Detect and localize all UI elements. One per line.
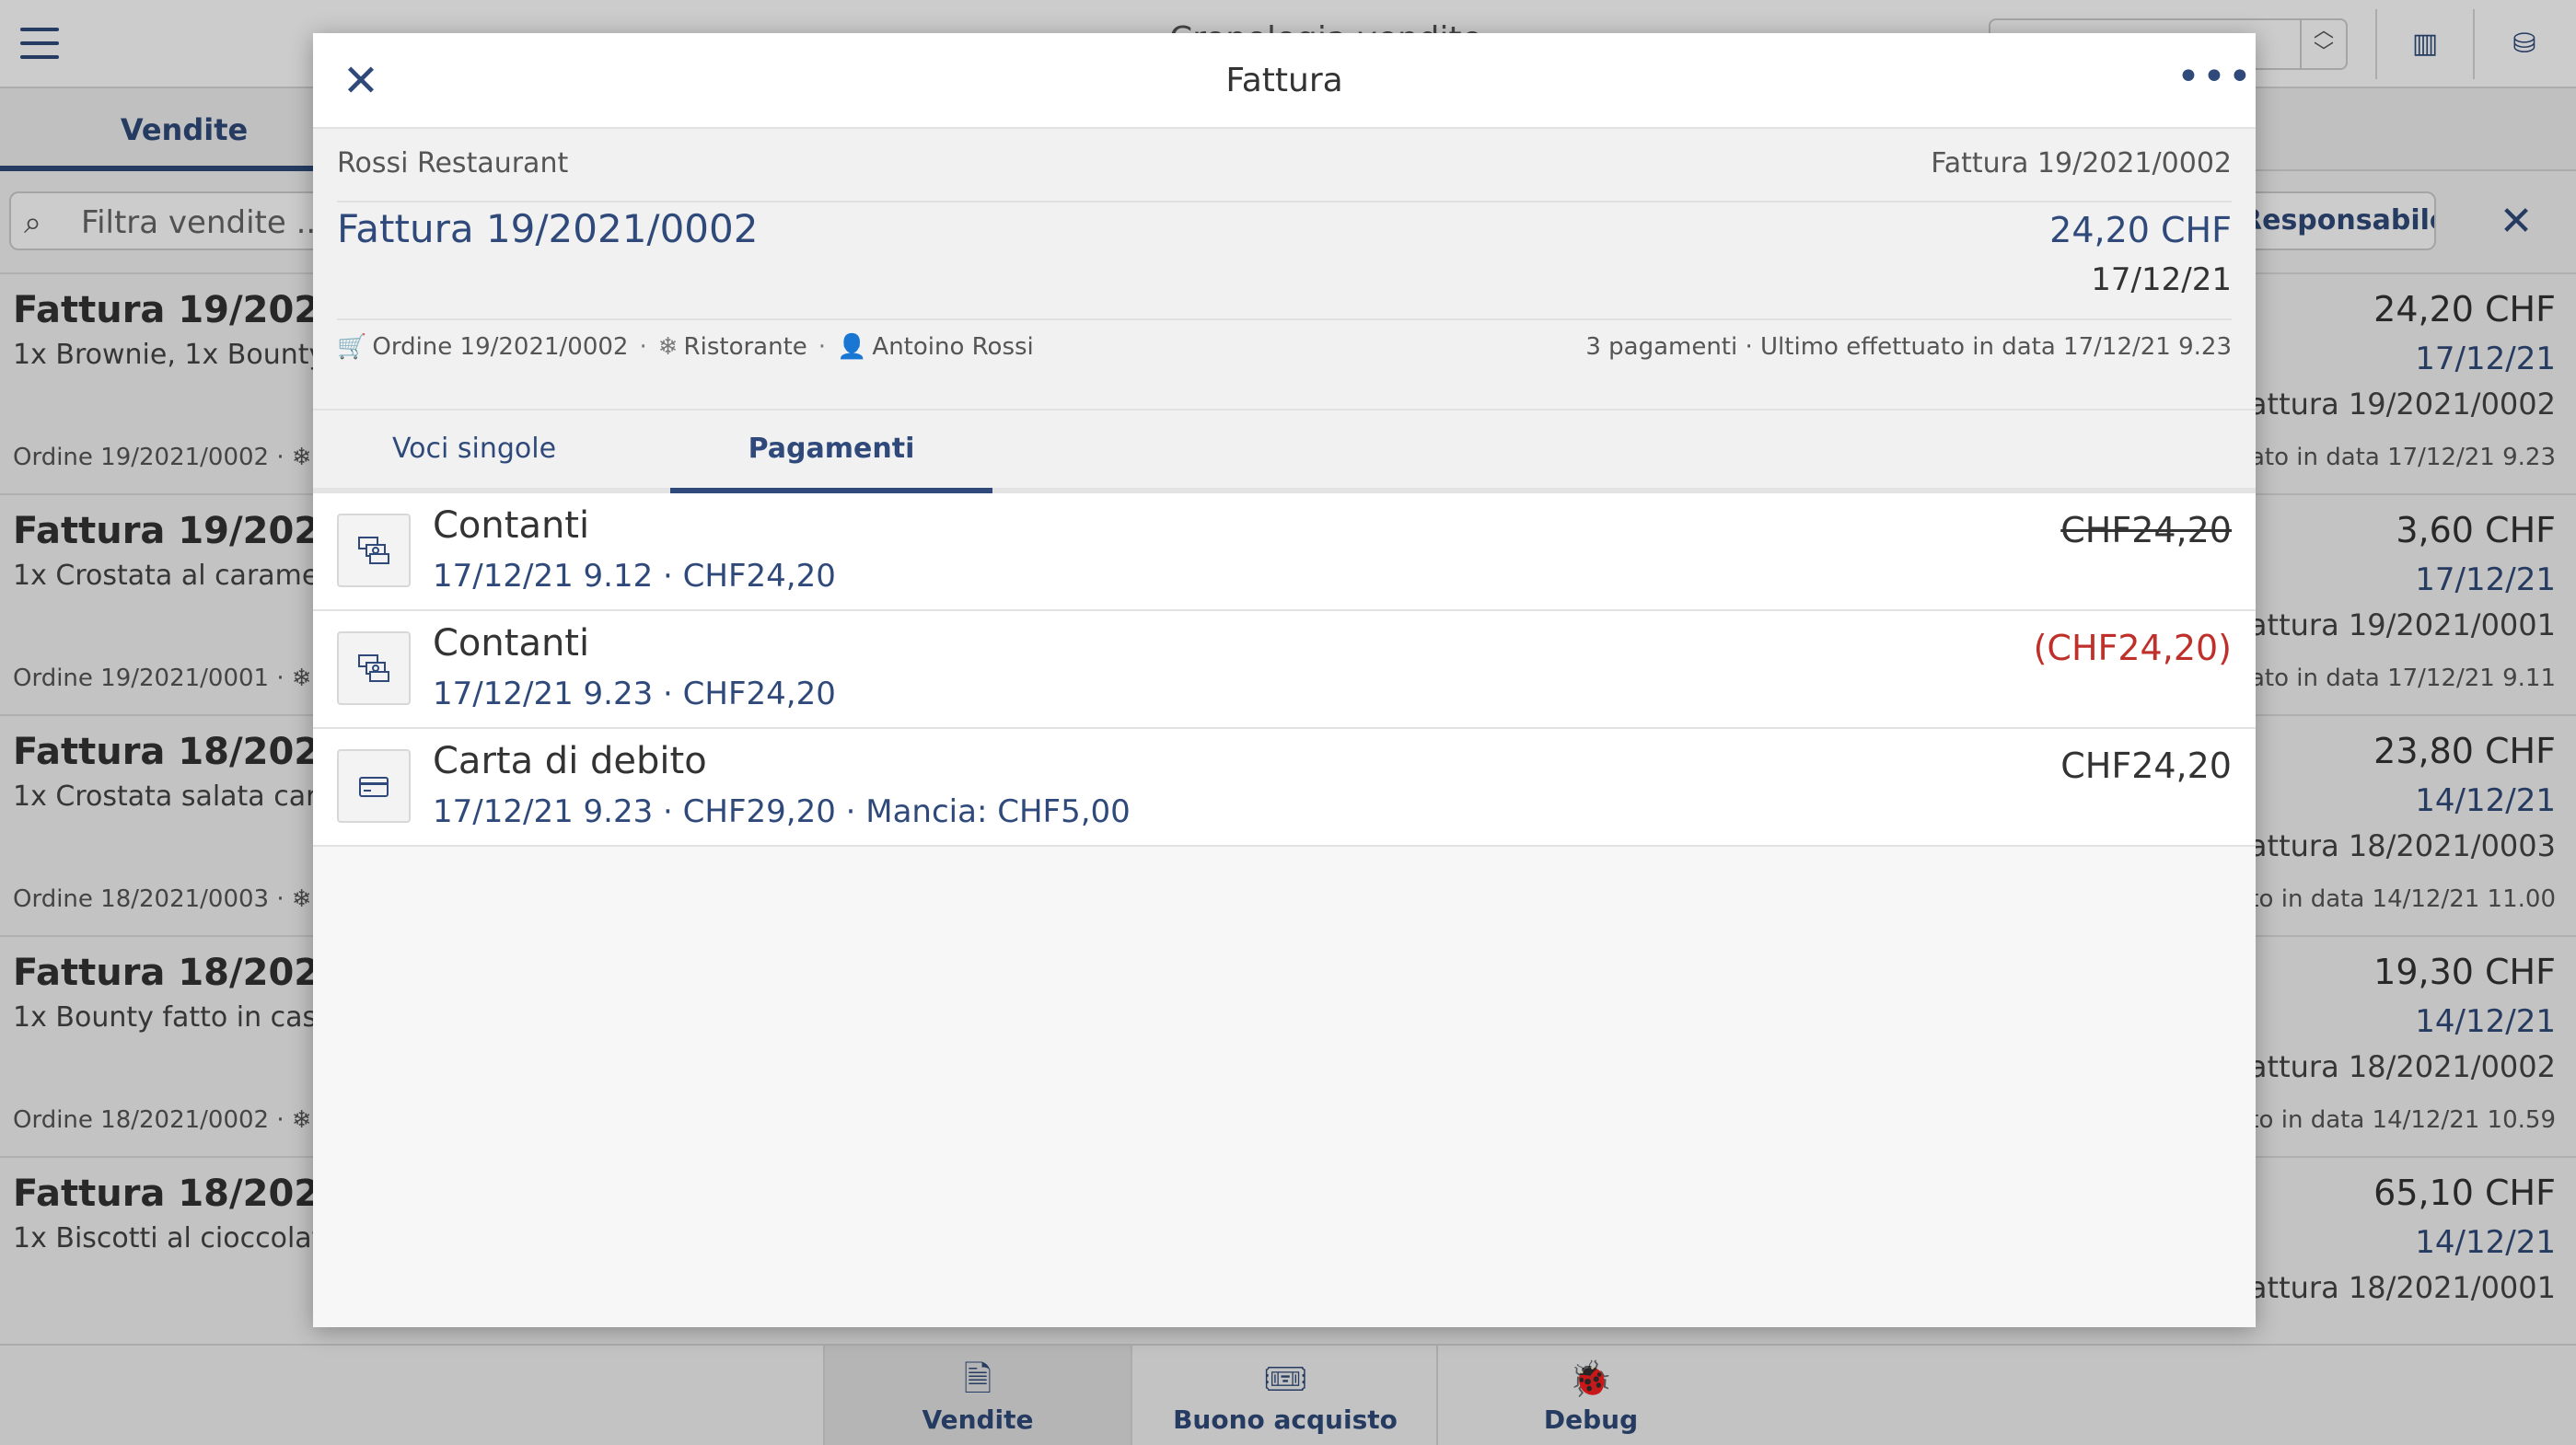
payment-detail: 17/12/21 9.23 · CHF24,20: [433, 676, 836, 712]
restaurant-name: Rossi Restaurant: [337, 147, 569, 179]
order-number: Ordine 19/2021/0002: [372, 333, 629, 361]
cash-icon: [337, 631, 411, 705]
user-name: Antoino Rossi: [872, 333, 1034, 361]
cash-icon: [337, 514, 411, 587]
divider: [337, 201, 2232, 202]
payment-method: Contanti: [433, 504, 590, 547]
invoice-meta: 🛒 Ordine 19/2021/0002 · ❄ Ristorante · 👤…: [337, 333, 1034, 361]
invoice-summary: Rossi Restaurant Fattura 19/2021/0002 Fa…: [313, 129, 2256, 410]
payment-row[interactable]: Contanti 17/12/21 9.12 · CHF24,20 CHF24,…: [313, 493, 2256, 611]
tab-voci-singole[interactable]: Voci singole: [313, 410, 635, 493]
department-icon: ❄: [657, 333, 679, 361]
separator-dot: ·: [818, 333, 827, 361]
divider: [337, 318, 2232, 320]
cart-icon: 🛒: [337, 333, 367, 361]
invoice-title: Fattura 19/2021/0002: [337, 206, 759, 251]
more-options-icon[interactable]: •••: [2176, 57, 2252, 103]
invoice-amount: 24,20 CHF: [2049, 210, 2232, 250]
payment-row[interactable]: Contanti 17/12/21 9.23 · CHF24,20 (CHF24…: [313, 611, 2256, 729]
department-name: Ristorante: [683, 333, 807, 361]
user-icon: 👤: [837, 333, 867, 361]
tab-pagamenti[interactable]: Pagamenti: [670, 410, 992, 493]
card-icon: [337, 749, 411, 823]
payment-row[interactable]: Carta di debito 17/12/21 9.23 · CHF29,20…: [313, 729, 2256, 847]
separator-dot: ·: [639, 333, 647, 361]
close-icon[interactable]: ✕: [337, 57, 385, 105]
payment-method: Contanti: [433, 622, 590, 665]
payment-amount: CHF24,20: [2060, 510, 2232, 550]
payment-amount: (CHF24,20): [2033, 628, 2232, 668]
dialog-tabs: Voci singole Pagamenti: [313, 410, 2256, 493]
payment-amount: CHF24,20: [2060, 746, 2232, 786]
dialog-header: ✕ Fattura •••: [313, 33, 2256, 129]
payment-method: Carta di debito: [433, 740, 707, 782]
invoice-reference: Fattura 19/2021/0002: [1931, 147, 2232, 179]
payments-summary: 3 pagamenti · Ultimo effettuato in data …: [1585, 333, 2232, 361]
invoice-date: 17/12/21: [2091, 261, 2232, 298]
invoice-dialog: ✕ Fattura ••• Rossi Restaurant Fattura 1…: [313, 33, 2256, 1327]
payment-detail: 17/12/21 9.23 · CHF29,20 · Mancia: CHF5,…: [433, 793, 1131, 830]
payment-detail: 17/12/21 9.12 · CHF24,20: [433, 558, 836, 595]
dialog-title: Fattura: [1225, 62, 1343, 99]
